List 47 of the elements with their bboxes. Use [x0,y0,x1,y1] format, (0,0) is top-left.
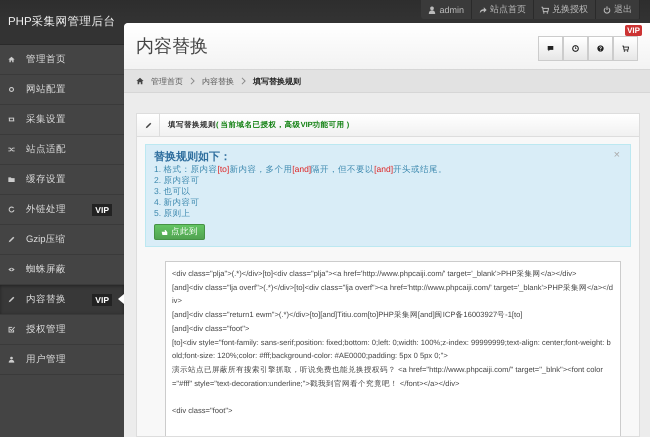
pencil-icon [144,122,152,128]
hand-icon [161,228,168,236]
vip-tag: VIP [92,294,112,306]
power-icon [603,6,611,14]
breadcrumb-link[interactable]: 内容替换 [202,76,234,86]
chevron-icon [190,77,195,85]
alert-heading: 替换规则如下： [154,150,231,164]
breadcrumb-current: 填写替换规则 [253,76,301,86]
eye-icon [8,266,15,273]
chevron-icon [241,77,246,85]
comment-icon [547,44,554,52]
toolbar-button[interactable] [613,36,638,60]
home-icon [136,77,144,85]
sidebar-item[interactable]: 内容替换 VIP [0,285,124,315]
cart-icon [622,44,629,52]
toolbar-button[interactable] [588,36,613,60]
top-link[interactable]: 退出 [596,0,640,19]
dot-icon [8,86,15,93]
rule-line: 5. 原则上 [154,208,192,219]
rule-line: 3. 也可以 [154,186,192,197]
breadcrumb-link[interactable]: 管理首页 [151,76,183,86]
toolbar-button[interactable] [563,36,588,60]
help-icon [597,44,604,52]
top-link[interactable]: 站点首页 [472,0,534,19]
rule-line: 4. 新内容可 [154,197,200,208]
toolbar-button[interactable] [538,36,563,60]
user-icon [428,6,436,14]
rule-line: 1. 格式：原内容[to]新内容，多个用[and]隔开，但不要以[and]开头或结尾。 [154,164,448,175]
clock-icon [572,44,579,52]
refresh-icon [8,206,15,213]
page-title: 内容替换 [136,35,208,58]
vip-badge: VIP [625,24,642,36]
pencil-icon [8,236,15,243]
share-icon [479,6,487,14]
brand-title: PHP采集网管理后台 [8,14,116,29]
top-link[interactable]: 兑换授权 [534,0,596,19]
home-icon [8,56,15,63]
top-link[interactable]: admin [421,0,472,19]
check-icon [8,326,15,333]
cart-icon [541,6,549,14]
vip-tag: VIP [92,204,112,216]
rule-line: 2. 原内容可 [154,175,200,186]
folder-icon [8,176,15,183]
pencil-icon [8,296,15,303]
user-icon [8,356,15,363]
sidebar-item[interactable]: 外链处理 VIP [0,195,124,225]
shuffle-icon [8,146,15,153]
